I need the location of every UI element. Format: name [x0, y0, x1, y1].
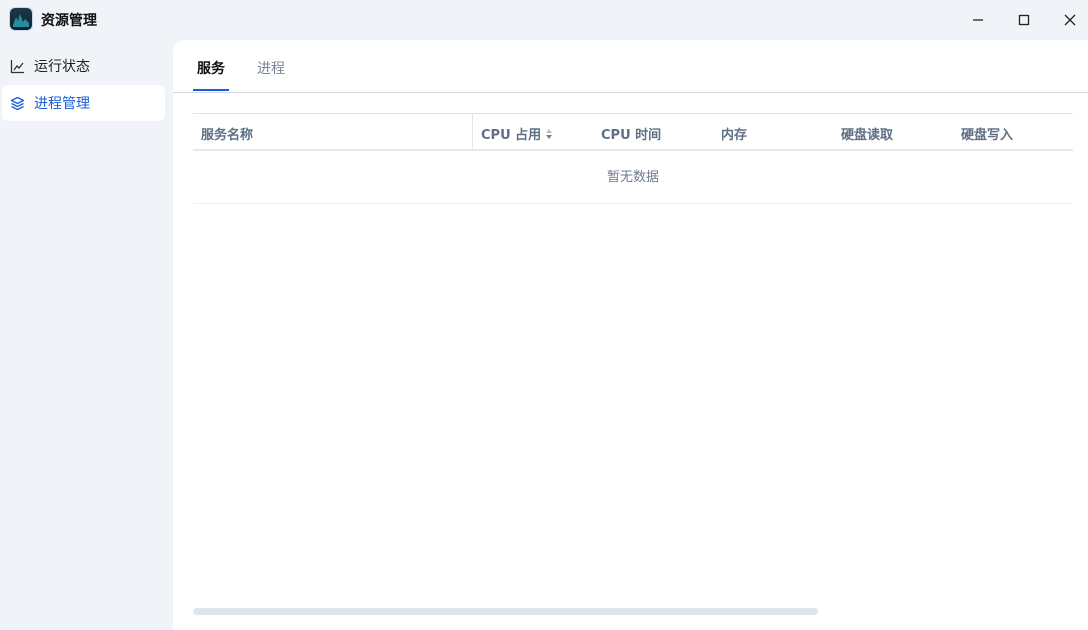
- app-icon: [10, 8, 32, 30]
- column-header-label: CPU 占用: [481, 128, 542, 143]
- column-header-memory[interactable]: 内存: [721, 124, 747, 143]
- line-chart-icon: [10, 59, 24, 73]
- sidebar-item-label: 运行状态: [34, 59, 90, 75]
- minimize-button[interactable]: [966, 8, 990, 32]
- tab-processes[interactable]: 进程: [257, 58, 285, 78]
- column-header-disk-write[interactable]: 硬盘写入: [961, 124, 1013, 143]
- column-header-cpu-time[interactable]: CPU 时间: [601, 124, 661, 143]
- tab-services[interactable]: 服务: [197, 58, 225, 78]
- close-button[interactable]: [1058, 8, 1082, 32]
- table-header: 服务名称 CPU 占用 CPU 时间 内存 硬盘读取 硬盘写入: [193, 113, 1073, 151]
- active-tab-indicator: [193, 89, 229, 91]
- layers-icon: [10, 96, 25, 110]
- window-title: 资源管理: [41, 13, 97, 29]
- horizontal-scrollbar[interactable]: [193, 608, 818, 615]
- services-table: 服务名称 CPU 占用 CPU 时间 内存 硬盘读取 硬盘写入 暂无数据: [193, 113, 1073, 204]
- sort-icon: [546, 128, 553, 139]
- column-resizer[interactable]: [472, 114, 473, 151]
- main-panel: 服务 进程 服务名称 CPU 占用 CPU 时间 内存 硬盘读取 硬盘写入 暂无…: [173, 40, 1088, 630]
- column-header-service-name[interactable]: 服务名称: [201, 124, 253, 143]
- divider: [173, 92, 1088, 93]
- column-header-disk-read[interactable]: 硬盘读取: [841, 124, 893, 143]
- maximize-button[interactable]: [1012, 8, 1036, 32]
- sidebar-item-label: 进程管理: [34, 96, 90, 112]
- title-bar: 资源管理: [0, 0, 1088, 40]
- sidebar-item-process-management[interactable]: 进程管理: [2, 85, 165, 121]
- sidebar-item-status[interactable]: 运行状态: [2, 48, 165, 84]
- column-header-cpu-usage[interactable]: CPU 占用: [481, 124, 554, 143]
- empty-state: 暂无数据: [193, 151, 1073, 204]
